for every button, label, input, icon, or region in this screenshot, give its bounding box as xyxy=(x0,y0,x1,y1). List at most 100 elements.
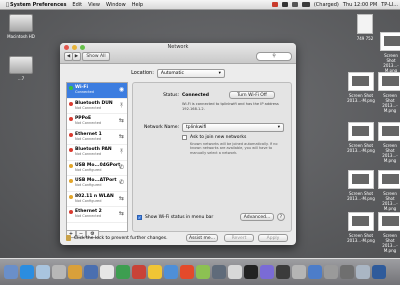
screenshot-thumbnail-icon xyxy=(348,212,374,231)
desktop-icon-label: Macintosh HD xyxy=(7,34,35,39)
menubar-status: (Charged) Thu 12:00 PM TP-LI... xyxy=(271,0,398,9)
dock-app-icon[interactable] xyxy=(20,265,34,279)
dock-app-icon[interactable] xyxy=(260,265,274,279)
desktop-icon-label: Screen Shot 2013...-M.png xyxy=(382,191,398,211)
desktop-icon[interactable]: Screen Shot 2013...-M.png xyxy=(378,212,400,253)
desktop-icon[interactable]: 749 752 xyxy=(350,14,380,41)
apple-icon[interactable]:  xyxy=(6,2,9,8)
assist-me-button[interactable]: Assist me... xyxy=(186,234,218,242)
location-select[interactable]: Automatic ▾ xyxy=(156,68,225,78)
apply-button[interactable]: Apply xyxy=(258,234,288,242)
desktop-icon[interactable]: Screen Shot 2013...-M.png xyxy=(378,170,400,211)
network-name-select[interactable]: tplinkwifi ▾ xyxy=(182,123,284,132)
dock-app-icon[interactable] xyxy=(116,265,130,279)
revert-button[interactable]: Revert xyxy=(224,234,254,242)
desktop-icon[interactable]: Screen Shot 2013...-M.png xyxy=(378,122,400,163)
service-row[interactable]: USB Mo...04GPort Not Configured ✆ xyxy=(67,161,127,176)
wifi-icon: ◉ xyxy=(118,86,125,93)
service-row[interactable]: 802.11 n WLAN Not Configured ⇆ xyxy=(67,192,127,207)
help-button[interactable]: ? xyxy=(277,213,285,221)
menu-bar:  System Preferences Edit View Window He… xyxy=(0,0,400,10)
menu-app-name[interactable]: System Preferences xyxy=(10,2,66,8)
dock-app-icon[interactable] xyxy=(36,265,50,279)
desktop-icon[interactable]: Screen Shot 2013...-M.png xyxy=(344,170,378,201)
desktop-icon-label: ...7 xyxy=(17,76,25,81)
desktop-icon[interactable]: ...7 xyxy=(4,56,38,81)
show-all-button[interactable]: Show All xyxy=(82,52,110,61)
dock-app-icon[interactable] xyxy=(356,265,370,279)
service-row[interactable]: Bluetooth DUN Not Connected ᛡ xyxy=(67,99,127,114)
dock-app-icon[interactable] xyxy=(244,265,258,279)
desktop-icon[interactable]: Screen Shot 2013...-M.png xyxy=(380,32,400,73)
dock-app-icon[interactable] xyxy=(292,265,306,279)
menu-view[interactable]: View xyxy=(88,2,100,8)
dock-app-icon[interactable] xyxy=(68,265,82,279)
desktop-icon-label: Screen Shot 2013...-M.png xyxy=(382,143,398,163)
dock-app-icon[interactable] xyxy=(308,265,322,279)
desktop-icon[interactable]: Screen Shot 2013...-M.png xyxy=(344,122,378,153)
wifi-status-icon[interactable] xyxy=(281,2,288,7)
dock-app-icon[interactable] xyxy=(164,265,178,279)
status-description: Wi-Fi is connected to tplinkwifi and has… xyxy=(182,102,279,111)
dock xyxy=(0,258,400,285)
desktop-icon[interactable]: Screen Shot 2013...-M.png xyxy=(344,212,378,243)
lock-icon[interactable] xyxy=(66,235,71,241)
forward-button[interactable]: ▶ xyxy=(72,52,81,61)
service-row[interactable]: PPPoE Not Connected ⇆ xyxy=(67,114,127,130)
screenshot-thumbnail-icon xyxy=(378,170,400,189)
dock-app-icon[interactable] xyxy=(4,265,18,279)
menu-help[interactable]: Help xyxy=(132,2,143,8)
search-input[interactable]: ⚲ xyxy=(256,52,292,61)
advanced-label: Advanced... xyxy=(243,214,271,220)
dock-app-icon[interactable] xyxy=(132,265,146,279)
desktop-icon[interactable]: Screen Shot 2013...-M.png xyxy=(378,72,400,113)
location-label: Location: xyxy=(131,70,154,76)
turn-wifi-off-button[interactable]: Turn Wi-Fi Off xyxy=(229,91,275,99)
turn-wifi-off-label: Turn Wi-Fi Off xyxy=(237,92,267,98)
battery-icon[interactable] xyxy=(301,2,310,7)
dock-app-icon[interactable] xyxy=(148,265,162,279)
bluetooth-icon: ᛡ xyxy=(119,101,124,109)
dock-app-icon[interactable] xyxy=(52,265,66,279)
service-row[interactable]: USB Mo...ATPort Not Configured ✆ xyxy=(67,176,127,192)
volume-icon[interactable] xyxy=(291,2,298,7)
battery-text[interactable]: (Charged) xyxy=(314,2,339,8)
clock[interactable]: Thu 12:00 PM xyxy=(343,2,377,8)
user-name[interactable]: TP-LI... xyxy=(381,2,398,8)
service-row[interactable]: Bluetooth PAN Not Connected ᛡ xyxy=(67,145,127,161)
dock-app-icon[interactable] xyxy=(372,265,386,279)
dock-app-icon[interactable] xyxy=(324,265,338,279)
ask-join-checkbox[interactable] xyxy=(182,135,187,140)
hard-drive-icon xyxy=(9,14,33,32)
window-titlebar[interactable]: Network ◀ ▶ Show All ⚲ xyxy=(60,43,296,64)
service-row[interactable]: Ethernet 1 Not Connected ⇆ xyxy=(67,130,127,145)
app-status-icon[interactable] xyxy=(271,2,278,7)
dock-app-icon[interactable] xyxy=(196,265,210,279)
dock-app-icon[interactable] xyxy=(180,265,194,279)
dock-app-icon[interactable] xyxy=(276,265,290,279)
wifi-detail-panel: Status: Connected Turn Wi-Fi Off Wi-Fi i… xyxy=(132,82,292,232)
screenshot-thumbnail-icon xyxy=(378,122,400,141)
status-dot-icon xyxy=(69,101,73,106)
dock-app-icon[interactable] xyxy=(100,265,114,279)
dock-app-icon[interactable] xyxy=(84,265,98,279)
menu-edit[interactable]: Edit xyxy=(72,2,82,8)
desktop-icon[interactable]: Screen Shot 2013...-M.png xyxy=(344,72,378,103)
menu-window[interactable]: Window xyxy=(106,2,126,8)
desktop-icon[interactable]: Macintosh HD xyxy=(4,14,38,39)
search-icon: ⚲ xyxy=(272,54,276,59)
phone-icon: ✆ xyxy=(118,179,125,186)
screenshot-thumbnail-icon xyxy=(378,212,400,231)
desktop-icon-label: Screen Shot 2013...-M.png xyxy=(347,191,375,201)
service-row[interactable]: Ethernet 2 Not Connected ⇆ xyxy=(67,207,127,223)
assist-me-label: Assist me... xyxy=(188,235,215,241)
desktop-icon-label: Screen Shot 2013...-M.png xyxy=(347,233,375,243)
network-name-value: tplinkwifi xyxy=(186,125,207,130)
phone-icon: ✆ xyxy=(118,163,125,171)
advanced-button[interactable]: Advanced... xyxy=(240,213,274,221)
dock-app-icon[interactable] xyxy=(212,265,226,279)
show-wifi-checkbox[interactable]: ✓ xyxy=(137,215,142,220)
dock-app-icon[interactable] xyxy=(228,265,242,279)
service-row[interactable]: Wi-Fi Connected ◉ xyxy=(67,83,127,99)
dock-app-icon[interactable] xyxy=(340,265,354,279)
